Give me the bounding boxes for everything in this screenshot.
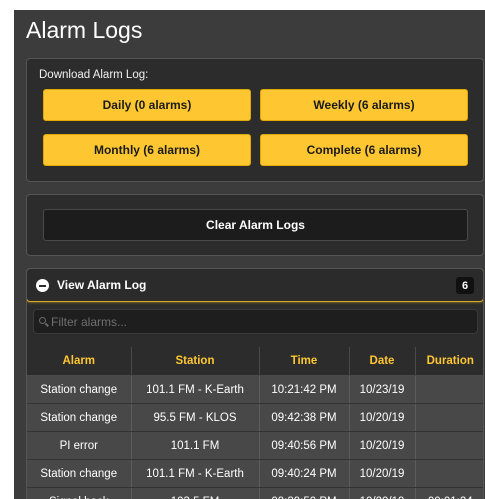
alarm-cell: PI error: [27, 431, 132, 460]
column-header-duration[interactable]: Duration: [415, 347, 483, 376]
daily-download-button[interactable]: Daily (0 alarms): [43, 89, 251, 121]
filter-box: [33, 309, 478, 334]
station-cell: 101.1 FM - K-Earth: [131, 375, 260, 404]
table-row: PI error 101.1 FM 09:40:56 PM 10/20/19: [27, 431, 483, 460]
page-title: Alarm Logs: [26, 17, 143, 43]
time-cell: 09:40:24 PM: [259, 459, 350, 488]
table-header-row: Alarm Station Time Date Duration: [27, 347, 483, 376]
station-cell: 103.5 FM: [131, 487, 260, 499]
column-header-time[interactable]: Time: [259, 347, 350, 376]
complete-download-button[interactable]: Complete (6 alarms): [260, 134, 468, 166]
table-row: Signal back 103.5 FM 09:39:50 PM 10/20/1…: [27, 487, 483, 499]
alarm-cell: Station change: [27, 375, 132, 404]
table-row: Station change 95.5 FM - KLOS 09:42:38 P…: [27, 403, 483, 432]
date-cell: 10/20/19: [349, 403, 416, 432]
date-cell: 10/20/19: [349, 487, 416, 499]
station-cell: 95.5 FM - KLOS: [131, 403, 260, 432]
time-cell: 09:40:56 PM: [259, 431, 350, 460]
clear-panel: Clear Alarm Logs: [26, 194, 484, 256]
monthly-download-button[interactable]: Monthly (6 alarms): [43, 134, 251, 166]
duration-cell: [415, 375, 483, 404]
app-window: Alarm Logs Download Alarm Log: Daily (0 …: [14, 10, 485, 499]
alarm-log-header[interactable]: View Alarm Log 6: [27, 269, 483, 302]
weekly-download-button[interactable]: Weekly (6 alarms): [260, 89, 468, 121]
filter-input[interactable]: [51, 310, 471, 333]
time-cell: 09:42:38 PM: [259, 403, 350, 432]
column-header-date[interactable]: Date: [349, 347, 416, 376]
time-cell: 09:39:50 PM: [259, 487, 350, 499]
collapse-icon[interactable]: [36, 279, 49, 292]
alarm-table: Alarm Station Time Date Duration Station…: [27, 347, 483, 499]
clear-alarm-logs-button[interactable]: Clear Alarm Logs: [43, 209, 468, 241]
duration-cell: [415, 431, 483, 460]
search-icon: [39, 317, 46, 324]
alarm-count-badge: 6: [456, 277, 474, 294]
time-cell: 10:21:42 PM: [259, 375, 350, 404]
alarm-cell: Station change: [27, 459, 132, 488]
alarm-cell: Station change: [27, 403, 132, 432]
column-header-station[interactable]: Station: [131, 347, 260, 376]
download-panel: Download Alarm Log: Daily (0 alarms) Wee…: [26, 58, 484, 182]
download-label: Download Alarm Log:: [39, 69, 149, 81]
duration-cell: [415, 403, 483, 432]
table-row: Station change 101.1 FM - K-Earth 10:21:…: [27, 375, 483, 404]
alarm-log-title: View Alarm Log: [57, 278, 147, 292]
station-cell: 101.1 FM: [131, 431, 260, 460]
duration-cell: 00:01:24: [415, 487, 483, 499]
table-row: Station change 101.1 FM - K-Earth 09:40:…: [27, 459, 483, 488]
alarm-cell: Signal back: [27, 487, 132, 499]
date-cell: 10/20/19: [349, 431, 416, 460]
date-cell: 10/23/19: [349, 375, 416, 404]
station-cell: 101.1 FM - K-Earth: [131, 459, 260, 488]
duration-cell: [415, 459, 483, 488]
alarm-log-panel: View Alarm Log 6 Alarm Station Time Date…: [26, 268, 484, 499]
date-cell: 10/20/19: [349, 459, 416, 488]
column-header-alarm[interactable]: Alarm: [27, 347, 132, 376]
